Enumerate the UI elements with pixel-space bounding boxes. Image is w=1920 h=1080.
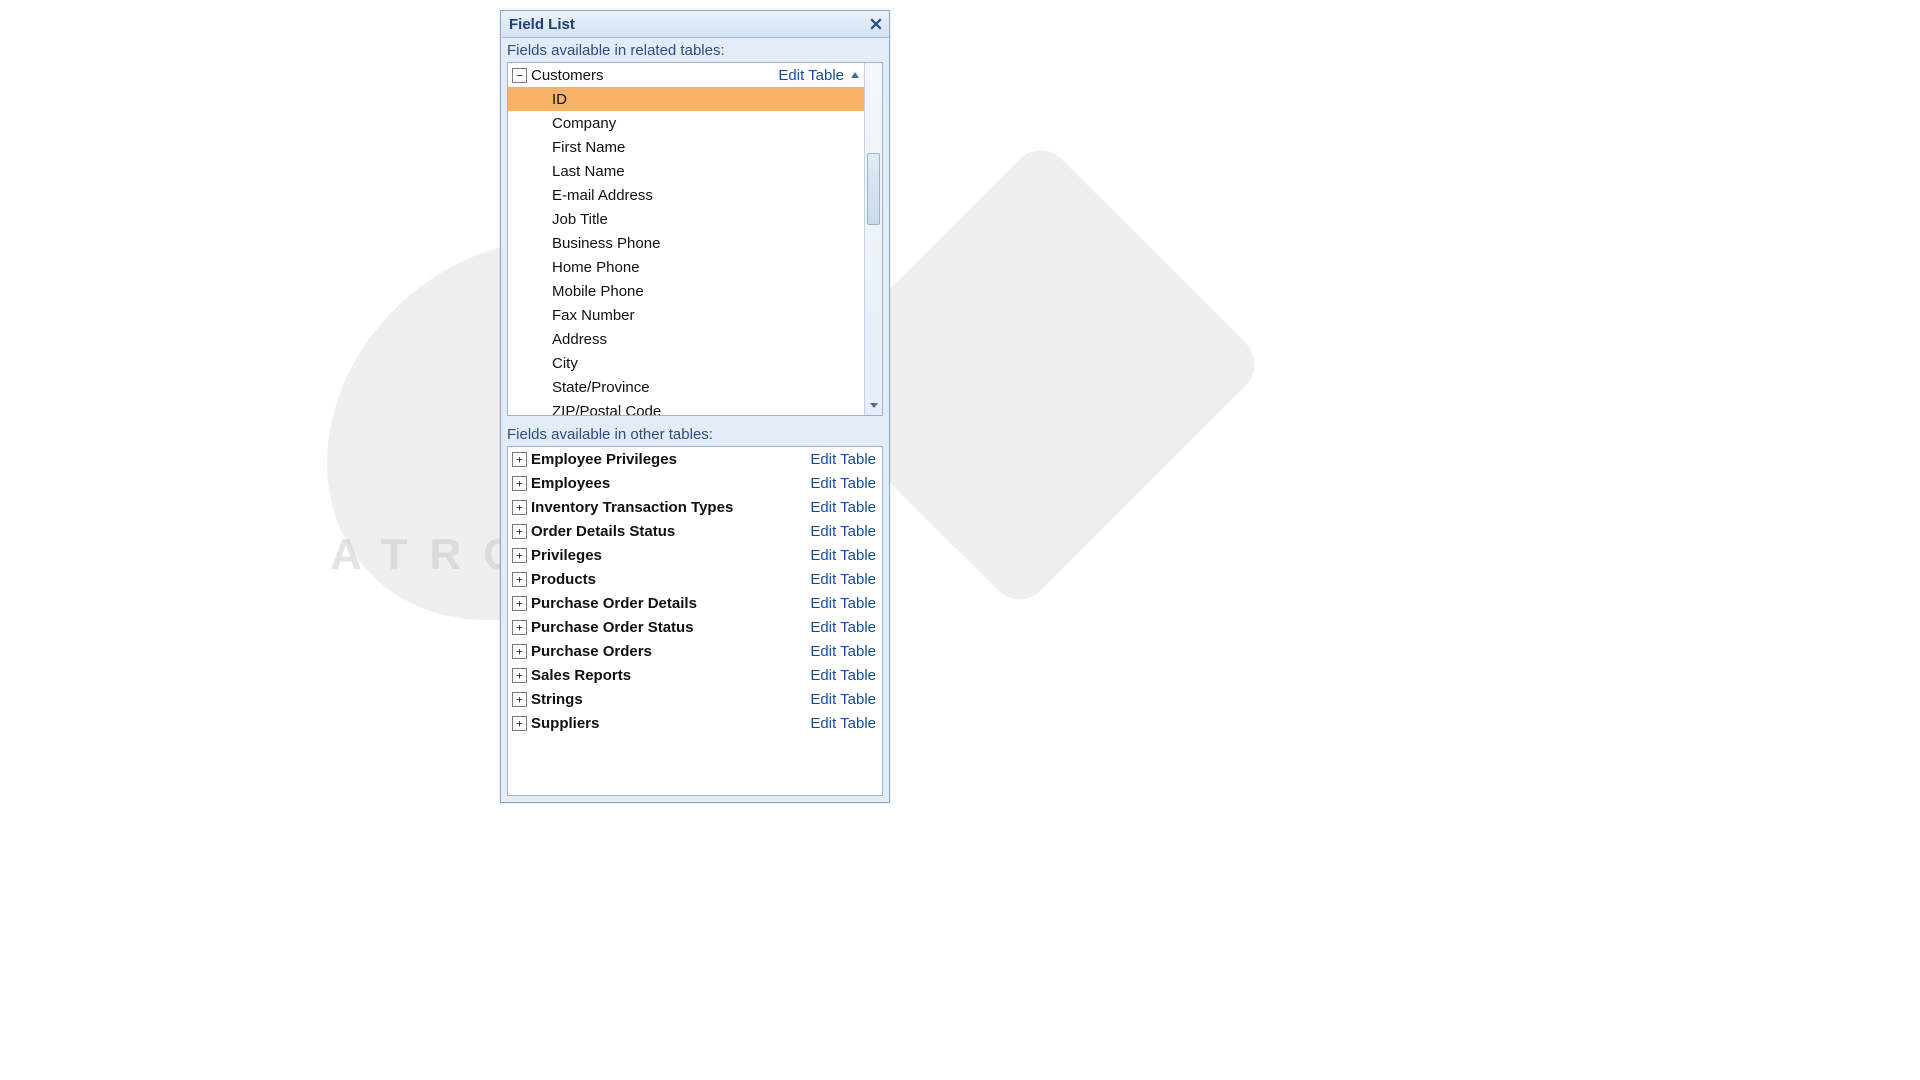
expand-icon[interactable]: + [512,644,527,659]
scroll-down-icon[interactable] [865,397,882,413]
edit-table-link[interactable]: Edit Table [810,691,876,708]
expand-icon[interactable]: + [512,548,527,563]
table-name-label: Order Details Status [531,523,810,540]
edit-table-link[interactable]: Edit Table [810,499,876,516]
table-name-label: Employees [531,475,810,492]
edit-table-link[interactable]: Edit Table [810,595,876,612]
field-item[interactable]: Mobile Phone [508,279,864,303]
table-node[interactable]: + SuppliersEdit Table [508,711,882,735]
edit-table-link[interactable]: Edit Table [810,643,876,660]
field-item[interactable]: Job Title [508,207,864,231]
expand-icon[interactable]: + [512,524,527,539]
edit-table-link[interactable]: Edit Table [810,451,876,468]
expand-icon[interactable]: + [512,620,527,635]
triangle-up-icon[interactable] [848,68,862,82]
edit-table-link[interactable]: Edit Table [810,667,876,684]
edit-table-link[interactable]: Edit Table [778,67,844,84]
field-item[interactable]: City [508,351,864,375]
table-node[interactable]: + Inventory Transaction TypesEdit Table [508,495,882,519]
close-icon[interactable] [867,15,885,33]
table-node[interactable]: + PrivilegesEdit Table [508,543,882,567]
table-name-label: Strings [531,691,810,708]
table-name-label: Employee Privileges [531,451,810,468]
expand-icon[interactable]: + [512,452,527,467]
other-tables-label: Fields available in other tables: [501,422,889,446]
field-item[interactable]: ZIP/Postal Code [508,399,864,415]
expand-icon[interactable]: + [512,668,527,683]
field-item[interactable]: Company [508,111,864,135]
scrollbar-thumb[interactable] [867,153,880,225]
related-tables-content: − Customers Edit Table IDCompanyFirst Na… [508,63,864,415]
titlebar: Field List [501,11,889,38]
field-item[interactable]: Last Name [508,159,864,183]
table-node[interactable]: + Purchase Order StatusEdit Table [508,615,882,639]
table-name-label: Inventory Transaction Types [531,499,810,516]
panel-title: Field List [509,16,575,33]
other-tables-box: +Employee PrivilegesEdit Table+Employees… [507,446,883,796]
field-item[interactable]: E-mail Address [508,183,864,207]
table-node[interactable]: + Employee PrivilegesEdit Table [508,447,882,471]
field-list-panel: Field List Fields available in related t… [500,10,890,803]
field-item[interactable]: State/Province [508,375,864,399]
table-node-customers[interactable]: − Customers Edit Table [508,63,864,87]
expand-icon[interactable]: + [512,716,527,731]
table-name-label: Customers [531,67,778,84]
edit-table-link[interactable]: Edit Table [810,475,876,492]
collapse-icon[interactable]: − [512,68,527,83]
table-node[interactable]: + Purchase Order DetailsEdit Table [508,591,882,615]
scrollbar-vertical[interactable] [864,63,882,415]
table-name-label: Purchase Order Details [531,595,810,612]
table-node[interactable]: + Order Details StatusEdit Table [508,519,882,543]
field-item[interactable]: Fax Number [508,303,864,327]
table-node[interactable]: + Purchase OrdersEdit Table [508,639,882,663]
table-node[interactable]: + StringsEdit Table [508,687,882,711]
edit-table-link[interactable]: Edit Table [810,715,876,732]
edit-table-link[interactable]: Edit Table [810,547,876,564]
table-name-label: Suppliers [531,715,810,732]
field-item[interactable]: Business Phone [508,231,864,255]
related-tables-box: − Customers Edit Table IDCompanyFirst Na… [507,62,883,416]
expand-icon[interactable]: + [512,500,527,515]
edit-table-link[interactable]: Edit Table [810,619,876,636]
field-item[interactable]: ID [508,87,864,111]
table-name-label: Sales Reports [531,667,810,684]
table-name-label: Purchase Orders [531,643,810,660]
edit-table-link[interactable]: Edit Table [810,523,876,540]
edit-table-link[interactable]: Edit Table [810,571,876,588]
field-item[interactable]: First Name [508,135,864,159]
table-name-label: Privileges [531,547,810,564]
expand-icon[interactable]: + [512,692,527,707]
related-tables-label: Fields available in related tables: [501,38,889,62]
field-item[interactable]: Home Phone [508,255,864,279]
table-node[interactable]: + ProductsEdit Table [508,567,882,591]
table-name-label: Products [531,571,810,588]
expand-icon[interactable]: + [512,476,527,491]
expand-icon[interactable]: + [512,572,527,587]
table-node[interactable]: + Sales ReportsEdit Table [508,663,882,687]
table-name-label: Purchase Order Status [531,619,810,636]
table-node[interactable]: + EmployeesEdit Table [508,471,882,495]
field-item[interactable]: Address [508,327,864,351]
expand-icon[interactable]: + [512,596,527,611]
